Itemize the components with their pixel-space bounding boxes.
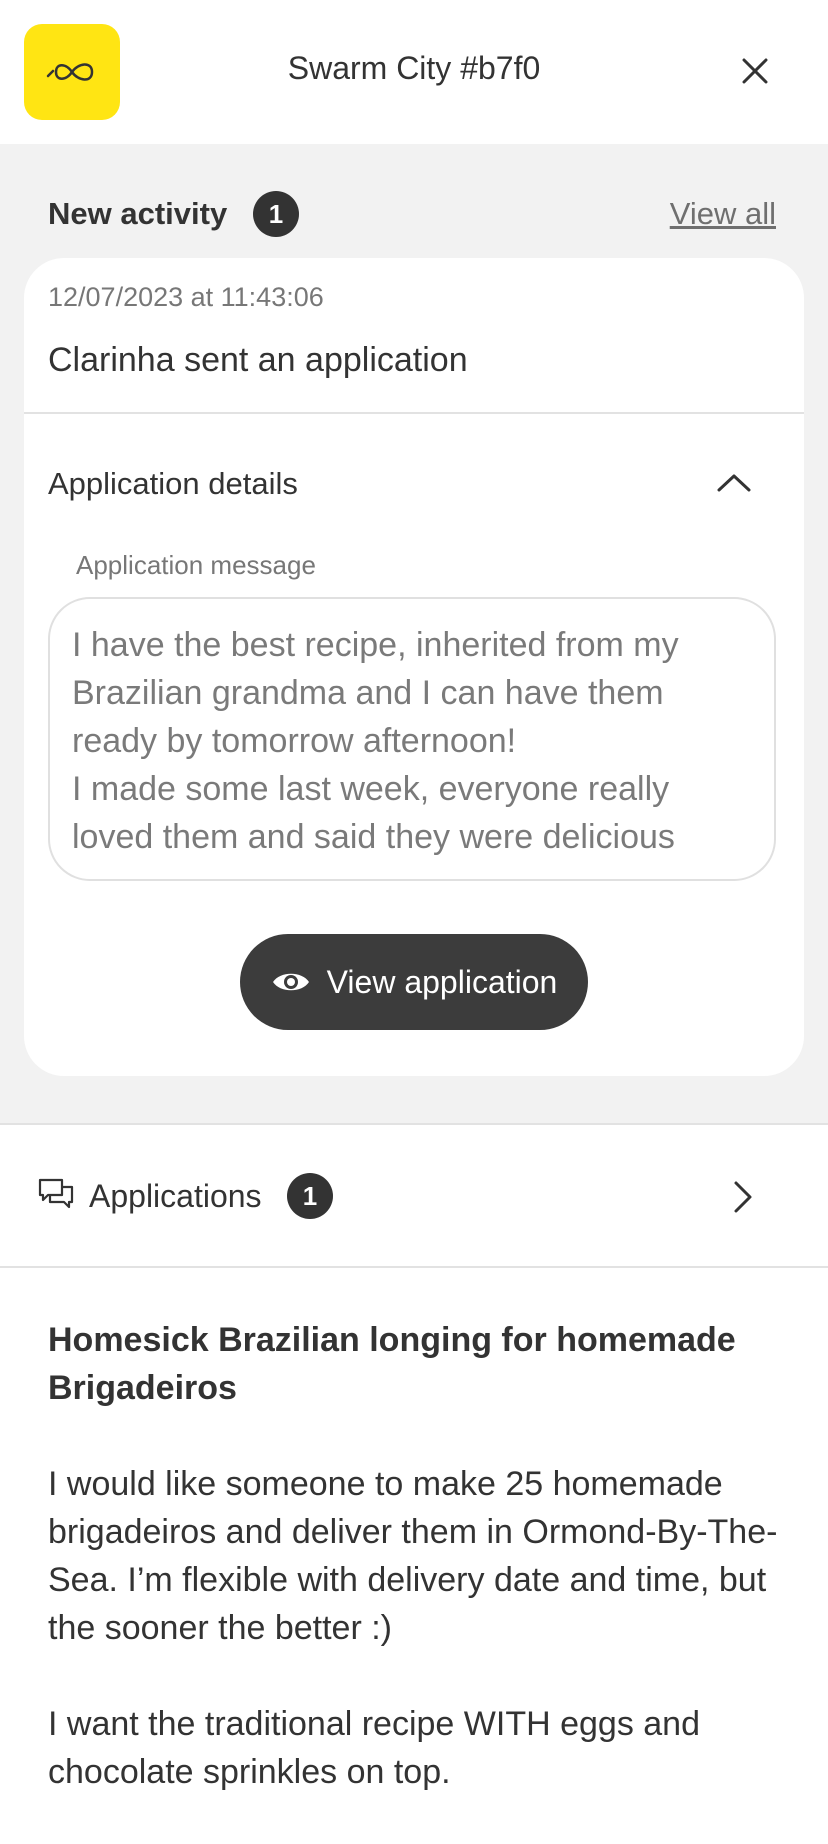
page-title: Swarm City #b7f0 xyxy=(287,50,541,86)
application-message: I have the best recipe, inherited from m… xyxy=(48,597,776,881)
request-paragraph: I would like someone to make 25 homemade… xyxy=(48,1465,778,1647)
chevron-right-icon xyxy=(734,1181,752,1213)
activity-timestamp: 12/07/2023 at 11:43:06 xyxy=(48,282,324,312)
chevron-up-icon xyxy=(717,474,751,492)
view-all-link[interactable]: View all xyxy=(670,196,776,232)
activity-section: New activity 1 View all 12/07/2023 at 11… xyxy=(0,144,828,1123)
close-icon xyxy=(742,58,768,84)
header: Swarm City #b7f0 xyxy=(0,0,828,144)
activity-count-badge: 1 xyxy=(253,191,299,237)
request-description: I would like someone to make 25 homemade… xyxy=(48,1460,788,1844)
close-button[interactable] xyxy=(736,52,774,90)
applications-row[interactable]: Applications 1 xyxy=(0,1123,828,1268)
request-paragraph: I want the traditional recipe WITH eggs … xyxy=(48,1705,700,1791)
activity-card: 12/07/2023 at 11:43:06 Clarinha sent an … xyxy=(24,258,804,1076)
view-application-label: View application xyxy=(326,963,558,1000)
chat-bubbles-icon xyxy=(38,1178,74,1209)
activity-notification: Clarinha sent an application xyxy=(48,341,468,379)
application-details-label: Application details xyxy=(48,466,298,501)
request-title: Homesick Brazilian longing for homemade … xyxy=(48,1321,736,1407)
application-message-label: Application message xyxy=(76,550,316,580)
details-toggle[interactable] xyxy=(714,468,754,498)
card-divider xyxy=(24,412,804,414)
activity-title: New activity xyxy=(48,196,228,231)
applications-count-badge: 1 xyxy=(287,1173,333,1219)
applications-label: Applications xyxy=(89,1178,262,1214)
eye-icon xyxy=(272,973,309,991)
view-application-button[interactable]: View application xyxy=(240,934,588,1030)
